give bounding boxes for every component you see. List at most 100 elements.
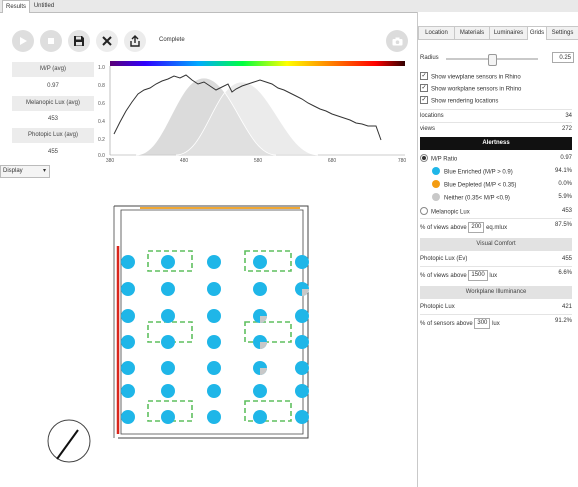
sensor-point xyxy=(161,255,175,269)
export-button[interactable] xyxy=(124,30,146,52)
sensor-point xyxy=(253,410,267,424)
legend-blue-depleted: Blue Depleted (M/P < 0.35) 0.0% xyxy=(420,180,572,189)
sensor-point xyxy=(161,335,175,349)
views-value: 272 xyxy=(561,126,572,132)
close-icon xyxy=(102,36,112,46)
stat-value-melanopic: 453 xyxy=(47,116,58,122)
threshold-value: 87.5% xyxy=(554,222,572,228)
camera-button[interactable] xyxy=(386,30,408,52)
sensor-point xyxy=(253,384,267,398)
photopic-ev-row: Photopic Lux (Ev) 455 xyxy=(420,256,572,262)
stop-button[interactable] xyxy=(40,30,62,52)
legend-value: 5.9% xyxy=(558,194,572,200)
legend-label: Blue Depleted (M/P < 0.35) xyxy=(444,182,517,189)
display-dropdown[interactable]: Display ▾ xyxy=(0,165,50,178)
radio-icon[interactable] xyxy=(420,207,428,215)
checkbox-rendering[interactable]: ✓ Show rendering locations xyxy=(420,96,572,105)
tab-results[interactable]: Results xyxy=(2,0,30,13)
radius-input[interactable]: 0.25 xyxy=(552,52,574,63)
views-above-melanopic-row: % of views above 200 eq.mlux 87.5% xyxy=(420,222,572,233)
sensor-point xyxy=(295,309,309,323)
sensor-point xyxy=(161,410,175,424)
x-tick: 380 xyxy=(106,158,115,164)
sensor-point xyxy=(121,282,135,296)
melanopic-threshold-input[interactable]: 200 xyxy=(468,222,485,233)
sensor-point xyxy=(295,361,309,375)
threshold-value: 6.6% xyxy=(558,270,572,276)
spectrum-gradient-bar xyxy=(110,61,405,66)
chevron-down-icon: ▾ xyxy=(42,168,46,174)
play-button[interactable] xyxy=(12,30,34,52)
desk-outline xyxy=(244,400,292,422)
radius-slider-thumb[interactable] xyxy=(488,54,497,66)
checkbox-icon[interactable]: ✓ xyxy=(420,96,428,104)
tab-settings[interactable]: Settings xyxy=(546,26,578,40)
mp-ratio-row[interactable]: M/P Ratio 0.97 xyxy=(420,154,572,163)
stop-icon xyxy=(48,38,54,44)
melanopic-row[interactable]: Melanopic Lux 453 xyxy=(420,207,572,216)
tab-materials[interactable]: Materials xyxy=(454,26,490,40)
camera-icon xyxy=(392,37,402,45)
views-label: views xyxy=(420,126,436,132)
north-compass-icon xyxy=(47,419,91,463)
export-icon xyxy=(130,35,140,47)
x-tick: 480 xyxy=(180,158,189,164)
sensor-point xyxy=(121,255,135,269)
lux-threshold-input[interactable]: 1500 xyxy=(468,270,488,281)
tab-luminaires[interactable]: Luminaires xyxy=(489,26,528,40)
legend-neither: Neither (0.35< M/P <0.9) 5.9% xyxy=(420,193,572,202)
checkbox-workplane[interactable]: ✓ Show workplane sensors in Rhino xyxy=(420,84,572,93)
checkbox-icon[interactable]: ✓ xyxy=(420,84,428,92)
tab-grids[interactable]: Grids xyxy=(527,26,547,39)
tab-untitled[interactable]: Untitled xyxy=(30,0,58,12)
checkbox-label: Show viewplane sensors in Rhino xyxy=(431,74,521,81)
checkbox-icon[interactable]: ✓ xyxy=(420,72,428,80)
sensor-point xyxy=(295,255,309,269)
sensor-point xyxy=(161,361,175,375)
floor-plan xyxy=(113,205,309,439)
threshold-unit: eq.mlux xyxy=(486,225,508,232)
photopic-lux-row: Photopic Lux 421 xyxy=(420,304,572,310)
mp-ratio-label: M/P Ratio xyxy=(431,156,458,163)
photopic-lux-value: 421 xyxy=(561,304,572,310)
melanopic-value: 453 xyxy=(561,208,572,214)
sensor-threshold-input[interactable]: 300 xyxy=(474,318,491,329)
melanopic-label: Melanopic Lux xyxy=(431,209,470,216)
checkbox-label: Show workplane sensors in Rhino xyxy=(431,86,522,93)
play-icon xyxy=(20,37,27,45)
sensor-point xyxy=(207,384,221,398)
locations-row: locations 34 xyxy=(420,113,572,119)
close-button[interactable] xyxy=(96,30,118,52)
sensor-point xyxy=(253,282,267,296)
sensor-neither-wedge xyxy=(260,342,267,349)
sensor-point xyxy=(295,384,309,398)
save-button[interactable] xyxy=(68,30,90,52)
legend-label: Neither (0.35< M/P <0.9) xyxy=(444,195,510,202)
visual-comfort-header: Visual Comfort xyxy=(420,238,572,251)
checkbox-viewplane[interactable]: ✓ Show viewplane sensors in Rhino xyxy=(420,72,572,81)
radius-label: Radius xyxy=(420,55,439,61)
sensor-point xyxy=(207,410,221,424)
threshold-prefix: % of views above xyxy=(420,225,467,232)
sensor-point xyxy=(207,309,221,323)
sensors-above-row: % of sensors above 300 lux 91.2% xyxy=(420,318,572,329)
sensor-point xyxy=(207,361,221,375)
y-tick: 0.8 xyxy=(98,83,105,89)
mp-ratio-value: 0.97 xyxy=(560,155,572,161)
status-text: Complete xyxy=(159,37,185,43)
y-tick: 1.0 xyxy=(98,65,105,71)
sensor-point xyxy=(207,335,221,349)
radio-icon[interactable] xyxy=(420,154,428,162)
y-axis-ticks: 1.0 0.8 0.6 0.4 0.2 0.0 xyxy=(98,65,105,159)
photopic-ev-label: Photopic Lux (Ev) xyxy=(420,256,468,262)
locations-value: 34 xyxy=(565,113,572,119)
tab-location[interactable]: Location xyxy=(418,26,455,40)
sensor-point xyxy=(253,255,267,269)
sensor-point xyxy=(207,282,221,296)
alertness-header: Alertness xyxy=(420,137,572,150)
sensor-point xyxy=(121,384,135,398)
legend-value: 94.1% xyxy=(554,168,572,174)
radius-slider[interactable] xyxy=(446,54,538,66)
desk-outline xyxy=(244,250,292,272)
x-axis-ticks: 380 480 580 680 780 xyxy=(106,158,407,164)
